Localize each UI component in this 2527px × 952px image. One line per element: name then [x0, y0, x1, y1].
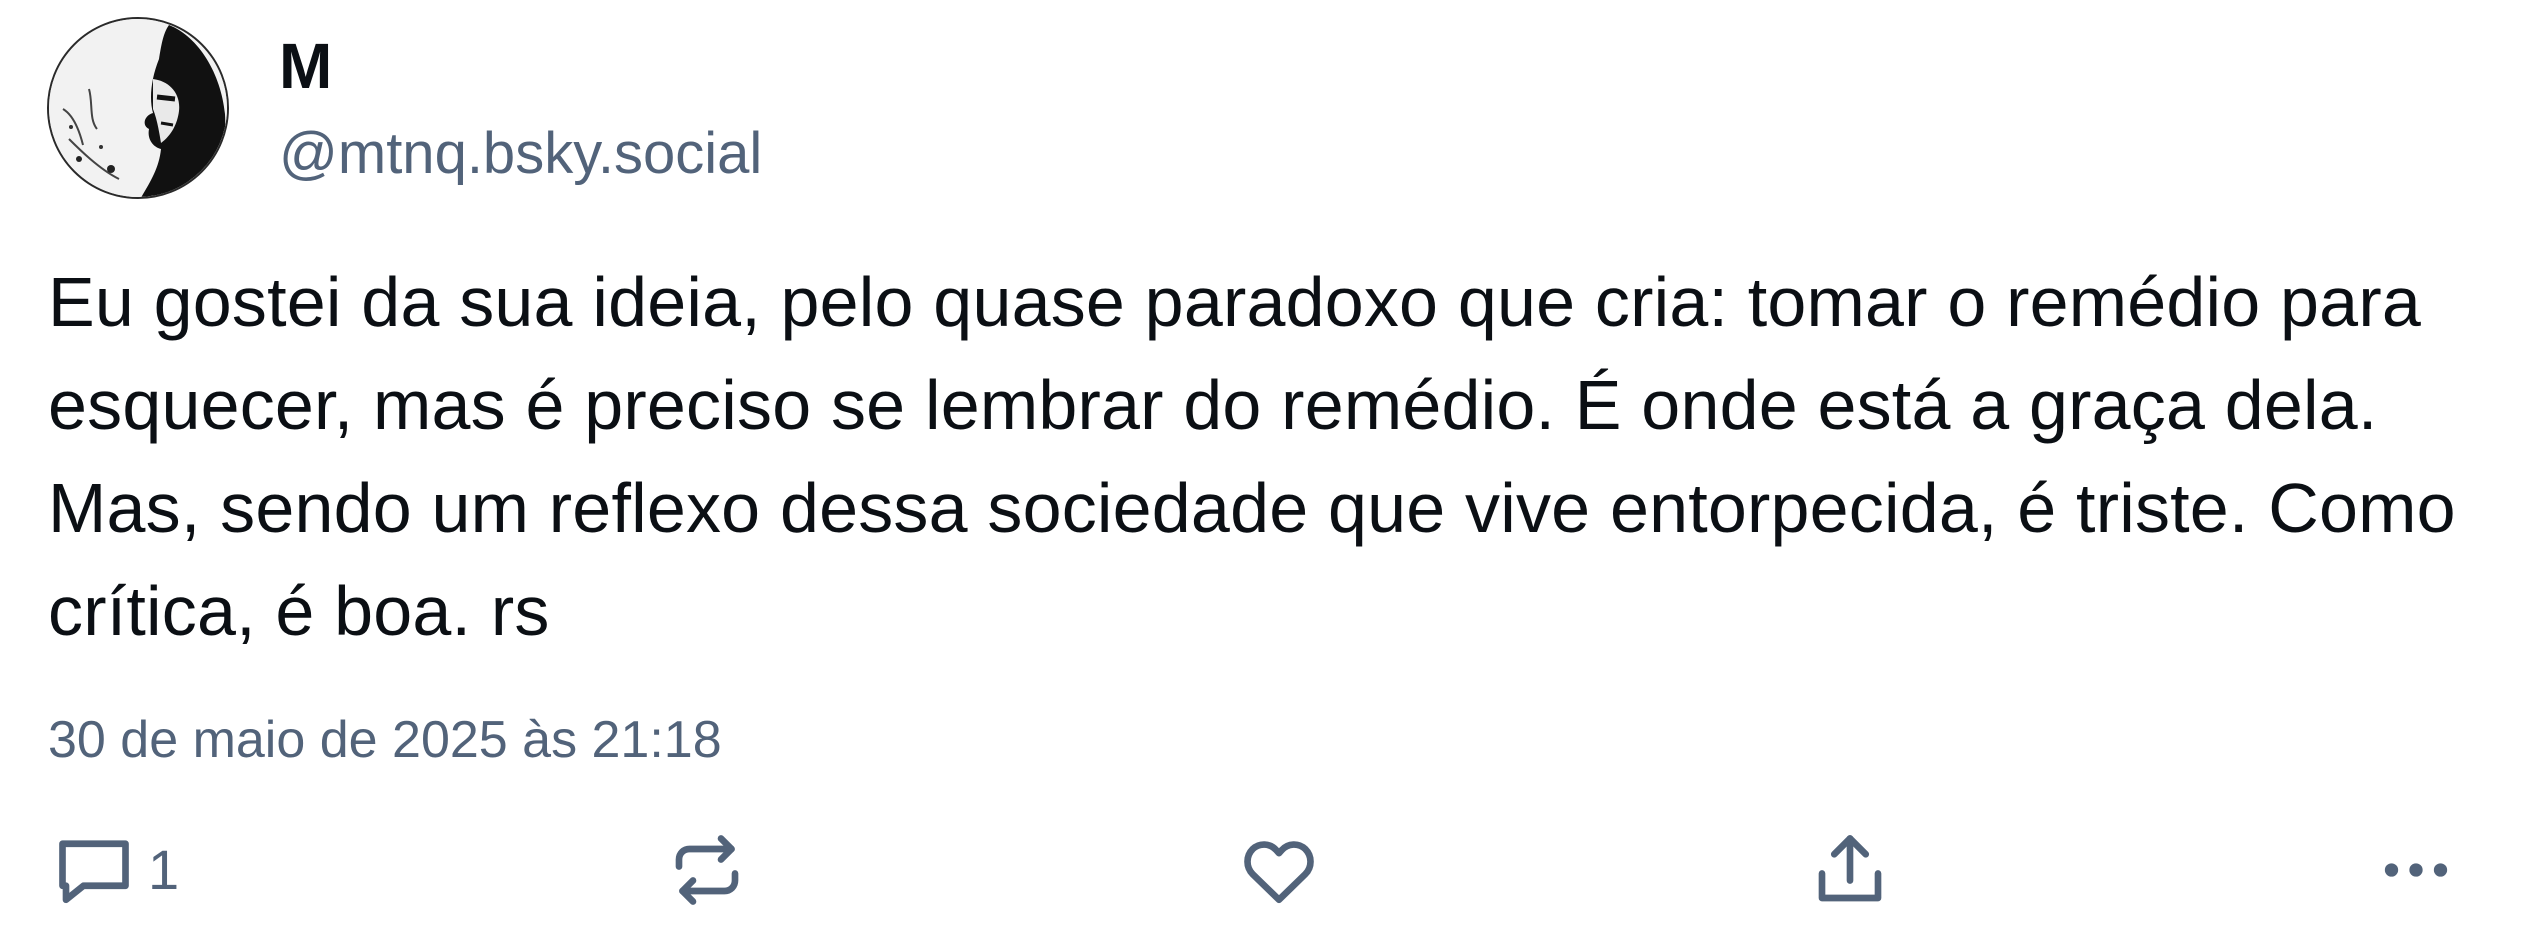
reply-count: 1	[148, 838, 180, 901]
author-handle[interactable]: @mtnq.bsky.social	[279, 112, 762, 196]
repost-button[interactable]	[665, 820, 749, 920]
share-button[interactable]	[1808, 820, 1892, 920]
heart-icon	[1244, 841, 1314, 904]
more-options-button[interactable]	[2374, 820, 2458, 920]
more-options-icon	[2384, 863, 2448, 877]
avatar-portrait-icon	[49, 19, 227, 197]
post-actions-bar: 1	[0, 820, 2527, 920]
author-display-name[interactable]: M	[279, 22, 332, 110]
reply-icon	[59, 840, 129, 904]
like-button[interactable]	[1237, 820, 1321, 920]
avatar[interactable]	[47, 17, 229, 199]
share-icon	[1818, 835, 1882, 902]
post-timestamp[interactable]: 30 de maio de 2025 às 21:18	[48, 704, 722, 776]
repost-icon	[675, 835, 739, 905]
post-text: Eu gostei da sua ideia, pelo quase parad…	[48, 263, 2456, 650]
reply-button[interactable]: 1	[52, 820, 179, 920]
post-card: M @mtnq.bsky.social Eu gostei da sua ide…	[0, 0, 2527, 952]
